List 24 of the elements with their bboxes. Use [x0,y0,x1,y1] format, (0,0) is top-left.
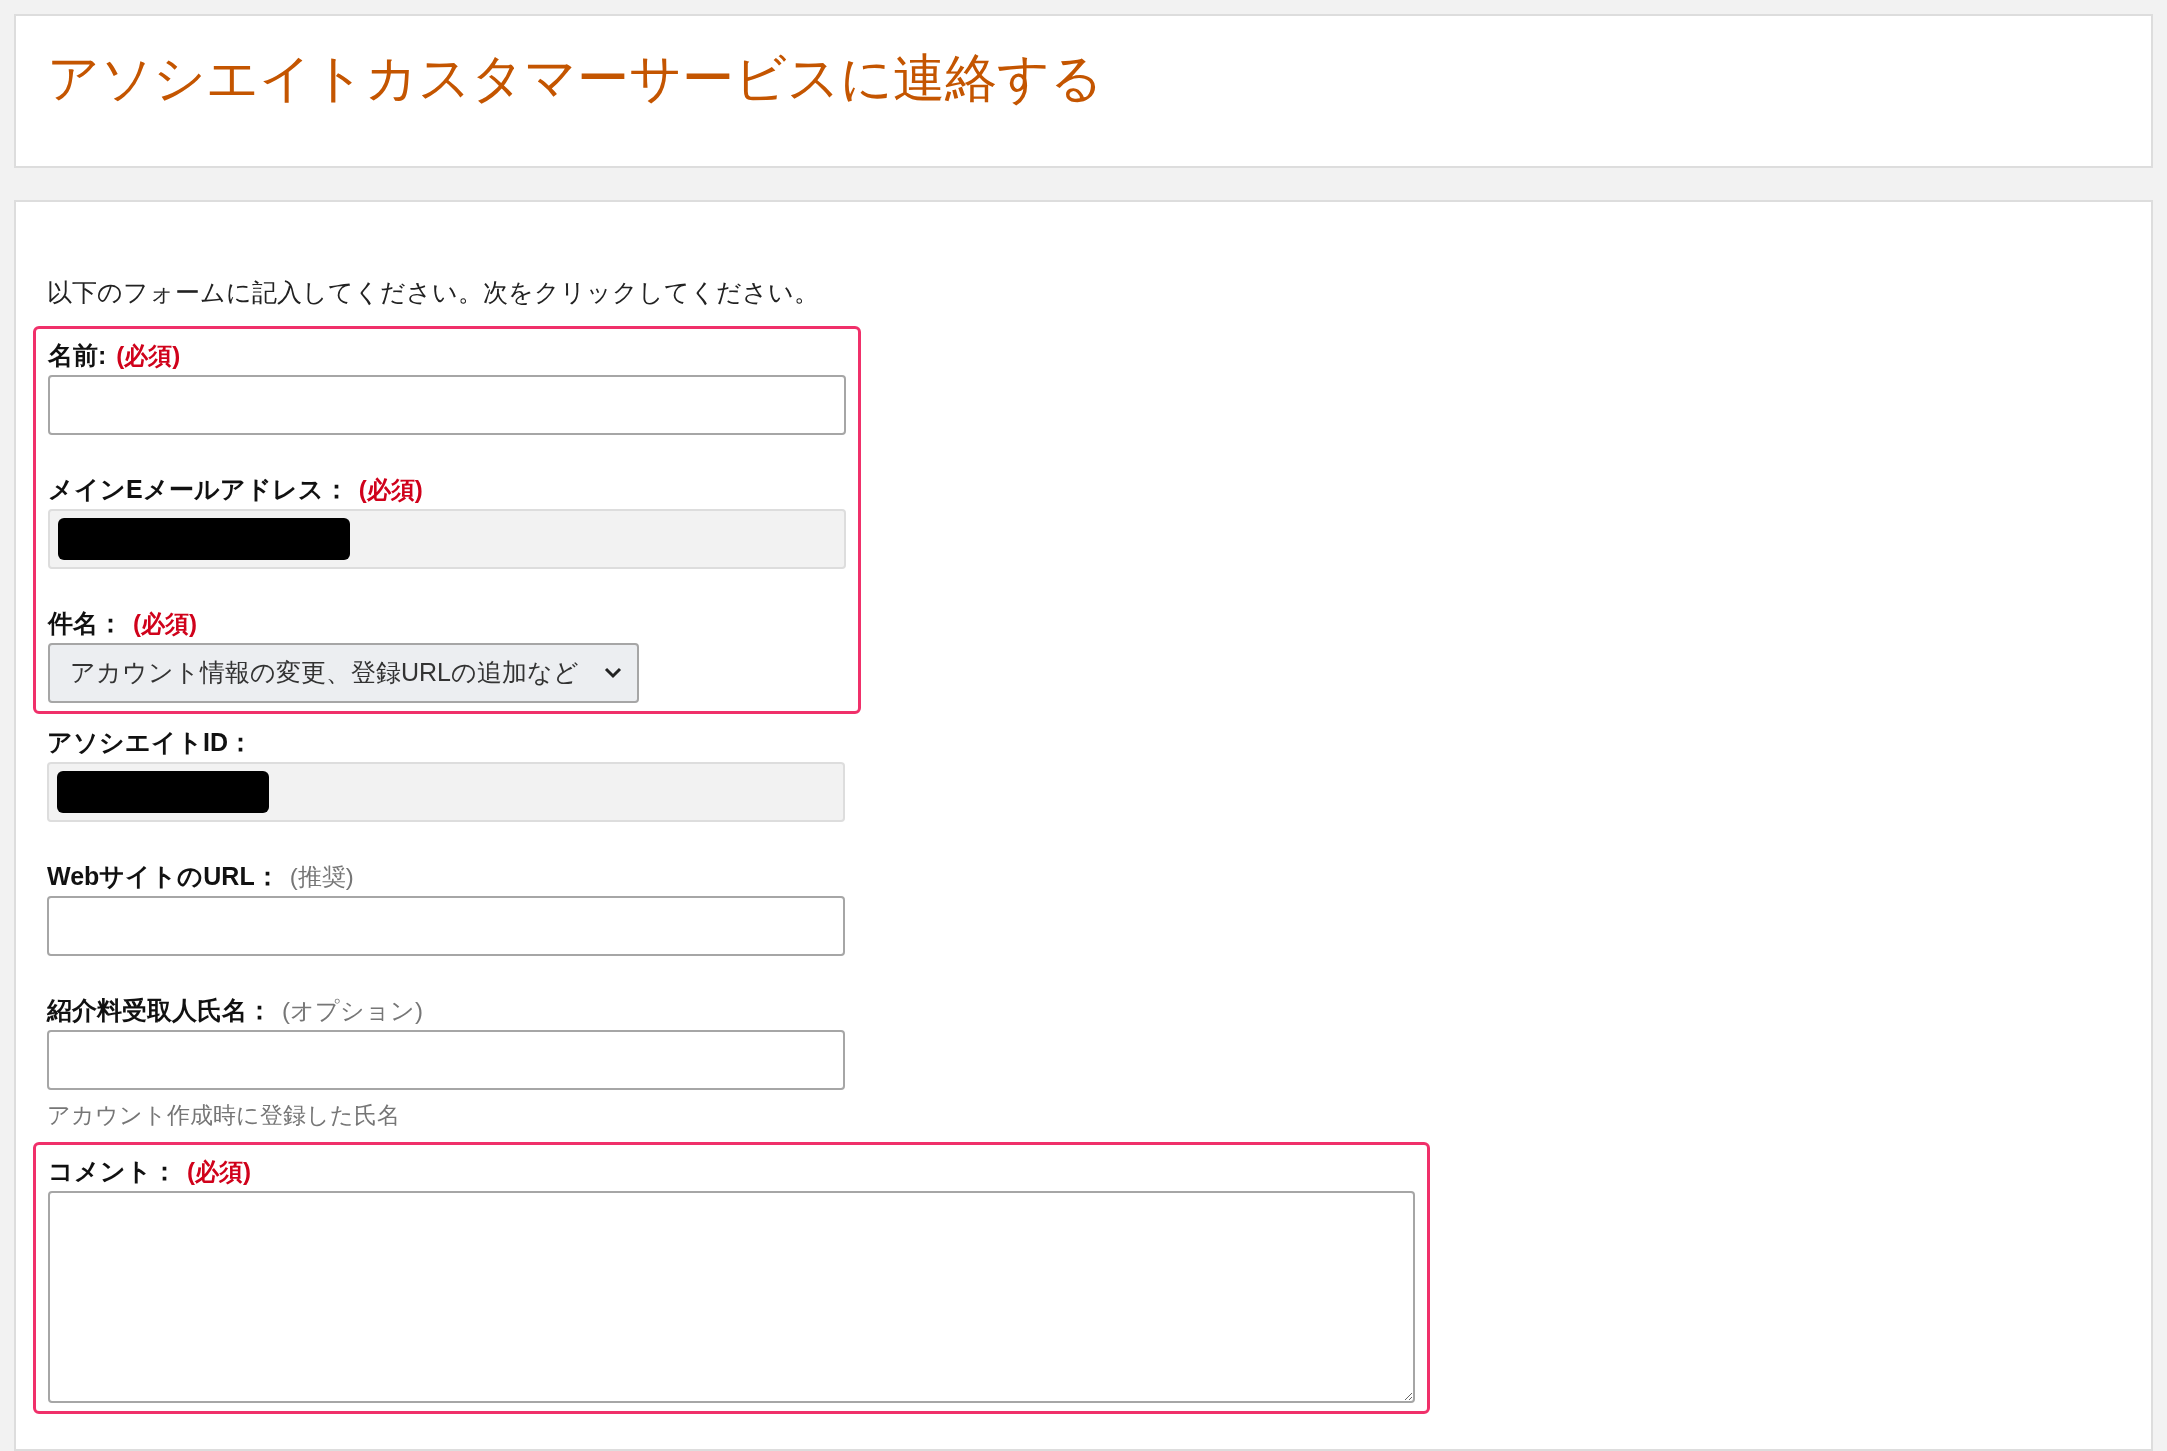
form-intro-text: 以下のフォームに記入してください。次をクリックしてください。 [47,277,820,308]
field-label: WebサイトのURL： [47,860,280,892]
readonly-input-field[interactable] [48,508,846,569]
field-requirement-tag: (必須) [358,471,423,508]
subject-dropdown[interactable]: アカウント情報の変更、登録URLの追加など [48,642,639,703]
field-label: 名前: [48,339,107,371]
comment-textarea[interactable] [48,1191,1415,1403]
text-input-field[interactable] [48,374,846,435]
text-input-field[interactable] [47,1029,845,1090]
field-requirement-tag: (必須) [116,337,181,374]
field-label: コメント： [48,1156,177,1187]
readonly-input-field[interactable] [47,761,845,822]
field-hint: アカウント作成時に登録した氏名 [47,1100,401,1130]
field-label: 件名： [48,607,123,639]
field-label: アソシエイトID： [47,726,253,758]
field-requirement-tag: (必須) [187,1154,251,1190]
field-label: メインEメールアドレス： [48,473,349,505]
field-requirement-tag: (推奨) [289,858,354,895]
field-requirement-tag: (オプション) [282,992,423,1029]
chevron-down-icon [603,665,623,680]
field-requirement-tag: (必須) [133,605,197,642]
page-title: アソシエイトカスタマーサービスに連絡する [47,48,1104,109]
text-input-field[interactable] [47,895,845,956]
field-label: 紹介料受取人氏名： [47,994,272,1026]
